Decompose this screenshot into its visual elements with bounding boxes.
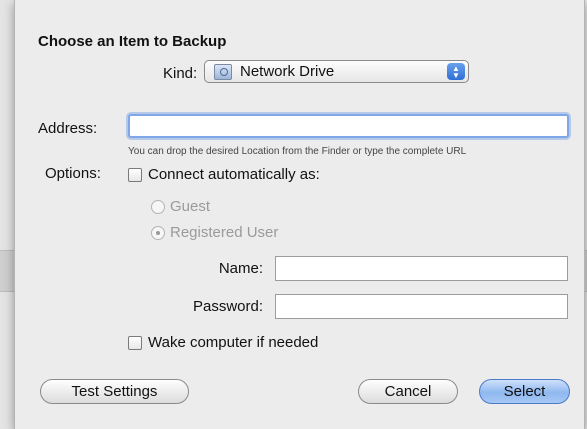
dialog-title: Choose an Item to Backup xyxy=(38,33,227,50)
address-hint: You can drop the desired Location from t… xyxy=(128,146,467,157)
address-input[interactable] xyxy=(128,114,569,138)
select-button[interactable]: Select xyxy=(479,379,570,404)
test-settings-button[interactable]: Test Settings xyxy=(40,379,189,404)
wake-computer-label: Wake computer if needed xyxy=(148,334,319,351)
password-input[interactable] xyxy=(275,294,568,319)
password-label: Password: xyxy=(192,298,263,315)
address-label: Address: xyxy=(38,120,98,137)
connect-automatically-label: Connect automatically as: xyxy=(148,166,320,183)
choose-item-sheet: Choose an Item to Backup Kind: Network D… xyxy=(14,0,585,429)
connect-checkbox-box[interactable] xyxy=(128,167,142,182)
kind-value: Network Drive xyxy=(240,63,335,80)
kind-label: Kind: xyxy=(163,65,198,82)
connect-automatically-checkbox[interactable]: Connect automatically as: xyxy=(128,166,320,183)
guest-label: Guest xyxy=(170,198,211,215)
cancel-button[interactable]: Cancel xyxy=(358,379,458,404)
registered-user-radio[interactable]: Registered User xyxy=(151,224,278,241)
guest-radio-button[interactable] xyxy=(151,199,165,214)
wake-checkbox-box[interactable] xyxy=(128,335,142,350)
popup-arrows-icon: ▲ ▼ xyxy=(447,63,465,80)
name-label: Name: xyxy=(218,260,263,277)
registered-user-label: Registered User xyxy=(170,224,279,241)
wake-computer-checkbox[interactable]: Wake computer if needed xyxy=(128,334,318,351)
kind-popup[interactable]: Network Drive ▲ ▼ xyxy=(204,60,469,83)
options-label: Options: xyxy=(45,165,101,182)
network-drive-icon xyxy=(214,63,232,80)
guest-radio[interactable]: Guest xyxy=(151,198,210,215)
name-input[interactable] xyxy=(275,256,568,281)
registered-radio-button[interactable] xyxy=(151,225,165,240)
